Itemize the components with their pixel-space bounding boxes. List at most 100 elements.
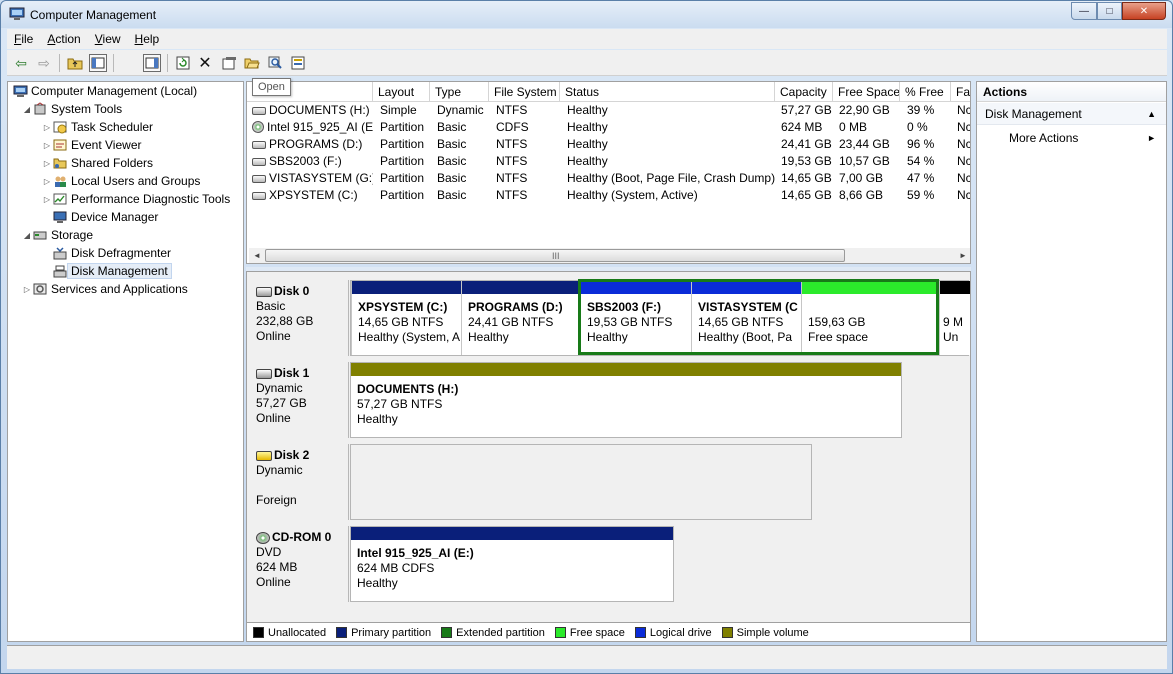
tree-item-disk-management[interactable]: Disk Management	[52, 262, 172, 280]
partition-sbs2003[interactable]: SBS2003 (F:) 19,53 GB NTFS Healthy	[581, 281, 691, 355]
cdrom-0-row[interactable]: CD-ROM 0 DVD 624 MB Online Intel 915_925…	[247, 526, 970, 602]
column-capacity[interactable]: Capacity	[775, 82, 833, 102]
disk-2-info[interactable]: Disk 2 Dynamic Foreign	[249, 444, 349, 520]
tree-item-system-tools[interactable]: ◢ System Tools	[22, 100, 122, 118]
cell-free-space: 22,90 GB	[839, 103, 890, 117]
disk-1-row[interactable]: Disk 1 Dynamic 57,27 GB Online DOCUMENTS…	[247, 362, 970, 438]
partition-name: DOCUMENTS (H:)	[357, 382, 459, 396]
scroll-left-arrow-icon[interactable]: ◄	[253, 249, 261, 262]
scroll-right-arrow-icon[interactable]: ►	[959, 249, 967, 262]
partition-intel-cd[interactable]: Intel 915_925_AI (E:) 624 MB CDFS Health…	[351, 527, 673, 601]
collapse-arrow-icon[interactable]: ▲	[1147, 103, 1156, 125]
partition-unallocated[interactable]: 9 M Un	[939, 281, 970, 355]
menu-view[interactable]: View	[88, 32, 128, 46]
show-hide-action-pane-icon[interactable]	[143, 54, 161, 72]
partition-size: 24,41 GB NTFS	[468, 315, 554, 329]
table-row[interactable]: XPSYSTEM (C:) Partition Basic NTFS Healt…	[247, 187, 970, 204]
menu-file[interactable]: File	[7, 32, 40, 46]
collapsed-triangle-icon[interactable]: ▷	[42, 123, 52, 132]
scrollbar-thumb[interactable]: III	[265, 249, 845, 262]
disk-status: Online	[256, 411, 291, 425]
column-status[interactable]: Status	[560, 82, 775, 102]
tree-item-task-scheduler[interactable]: ▷ Task Scheduler	[42, 118, 153, 136]
help-properties-icon[interactable]	[288, 53, 308, 73]
legend-swatch-unallocated	[253, 627, 264, 638]
column-fault-tolerance[interactable]: Fa	[951, 82, 970, 102]
disk-1-info[interactable]: Disk 1 Dynamic 57,27 GB Online	[249, 362, 349, 438]
maximize-button[interactable]: □	[1097, 2, 1122, 20]
tree-item-performance-tools[interactable]: ▷ Performance Diagnostic Tools	[42, 190, 230, 208]
partition-status: Healthy	[468, 330, 509, 344]
search-icon[interactable]	[265, 53, 285, 73]
refresh-icon[interactable]	[173, 53, 193, 73]
tree-item-device-manager[interactable]: Device Manager	[52, 208, 158, 226]
column-free-space[interactable]: Free Space	[833, 82, 900, 102]
forward-arrow-icon[interactable]: ⇨	[34, 53, 54, 73]
horizontal-scrollbar[interactable]: ◄ III ►	[249, 248, 970, 263]
tree-item-storage[interactable]: ◢ Storage	[22, 226, 93, 244]
partition-status: Un	[943, 330, 959, 344]
tree-item-shared-folders[interactable]: ▷ Shared Folders	[42, 154, 153, 172]
cell-percent-free: 47 %	[907, 171, 935, 185]
table-row[interactable]: Intel 915_925_AI (E:) Partition Basic CD…	[247, 119, 970, 136]
column-layout[interactable]: Layout	[373, 82, 430, 102]
partition-vistasystem[interactable]: VISTASYSTEM (C 14,65 GB NTFS Healthy (Bo…	[691, 281, 801, 355]
tree-item-event-viewer[interactable]: ▷ Event Viewer	[42, 136, 142, 154]
menu-action[interactable]: Action	[40, 32, 87, 46]
more-actions-item[interactable]: More Actions ►	[977, 127, 1166, 149]
table-row[interactable]: DOCUMENTS (H:) Simple Dynamic NTFS Healt…	[247, 102, 970, 119]
tree-item-computer-management[interactable]: Computer Management (Local)	[12, 82, 197, 100]
cell-free-space: 7,00 GB	[839, 171, 884, 185]
properties-icon[interactable]	[219, 53, 239, 73]
tree-item-local-users[interactable]: ▷ Local Users and Groups	[42, 172, 200, 190]
disk-0-info[interactable]: Disk 0 Basic 232,88 GB Online	[249, 280, 349, 356]
collapsed-triangle-icon[interactable]: ▷	[42, 195, 52, 204]
device-manager-icon	[52, 209, 68, 225]
disk-0-row[interactable]: Disk 0 Basic 232,88 GB Online XPSYSTEM (…	[247, 279, 970, 356]
partition-programs[interactable]: PROGRAMS (D:) 24,41 GB NTFS Healthy	[461, 281, 579, 355]
tree-label: Device Manager	[71, 210, 159, 224]
legend: Unallocated Primary partition Extended p…	[247, 622, 970, 641]
collapsed-triangle-icon[interactable]: ▷	[42, 159, 52, 168]
minimize-button[interactable]: —	[1071, 2, 1097, 20]
cell-file-system: NTFS	[496, 171, 528, 185]
menu-view-accel: V	[94, 32, 103, 46]
table-row[interactable]: SBS2003 (F:) Partition Basic NTFS Health…	[247, 153, 970, 170]
collapsed-triangle-icon[interactable]: ▷	[22, 285, 32, 294]
table-row[interactable]: PROGRAMS (D:) Partition Basic NTFS Healt…	[247, 136, 970, 153]
table-row[interactable]: VISTASYSTEM (G:) Partition Basic NTFS He…	[247, 170, 970, 187]
column-percent-free[interactable]: % Free	[900, 82, 951, 102]
legend-label: Free space	[569, 626, 625, 639]
up-folder-icon[interactable]	[65, 53, 85, 73]
delete-icon[interactable]: ✕	[195, 53, 215, 73]
expanded-triangle-icon[interactable]: ◢	[22, 231, 32, 240]
partition-name: PROGRAMS (D:)	[468, 300, 563, 314]
title-bar[interactable]: Computer Management — □ ✕	[1, 1, 1172, 28]
partition-size: 57,27 GB NTFS	[357, 397, 443, 411]
partition-free-space[interactable]: 159,63 GB Free space	[801, 281, 937, 355]
expanded-triangle-icon[interactable]: ◢	[22, 105, 32, 114]
column-file-system[interactable]: File System	[489, 82, 560, 102]
back-arrow-icon[interactable]: ⇦	[11, 53, 31, 73]
tree-item-services-applications[interactable]: ▷ Services and Applications	[22, 280, 188, 298]
cell-capacity: 14,65 GB	[781, 171, 832, 185]
partition-documents[interactable]: DOCUMENTS (H:) 57,27 GB NTFS Healthy	[351, 363, 901, 437]
disk-2-row[interactable]: Disk 2 Dynamic Foreign	[247, 444, 970, 520]
disk-size: 232,88 GB	[256, 314, 314, 328]
disk-name: CD-ROM 0	[272, 530, 332, 544]
collapsed-triangle-icon[interactable]: ▷	[42, 177, 52, 186]
collapsed-triangle-icon[interactable]: ▷	[42, 141, 52, 150]
menu-help[interactable]: Help	[128, 32, 167, 46]
tree-label: Disk Defragmenter	[71, 246, 172, 260]
disk-size: 57,27 GB	[256, 396, 307, 410]
close-button[interactable]: ✕	[1122, 2, 1166, 20]
actions-section-disk-management[interactable]: Disk Management ▲	[977, 103, 1166, 125]
partition-xpsystem[interactable]: XPSYSTEM (C:) 14,65 GB NTFS Healthy (Sys…	[351, 281, 461, 355]
tree-item-disk-defragmenter[interactable]: Disk Defragmenter	[52, 244, 171, 262]
cdrom-0-info[interactable]: CD-ROM 0 DVD 624 MB Online	[249, 526, 349, 602]
open-folder-icon[interactable]	[242, 53, 262, 73]
show-hide-tree-icon[interactable]	[89, 54, 107, 72]
column-type[interactable]: Type	[430, 82, 489, 102]
cell-volume: DOCUMENTS (H:)	[247, 102, 373, 119]
center-pane: Layout Type File System Status Capacity …	[246, 81, 971, 642]
